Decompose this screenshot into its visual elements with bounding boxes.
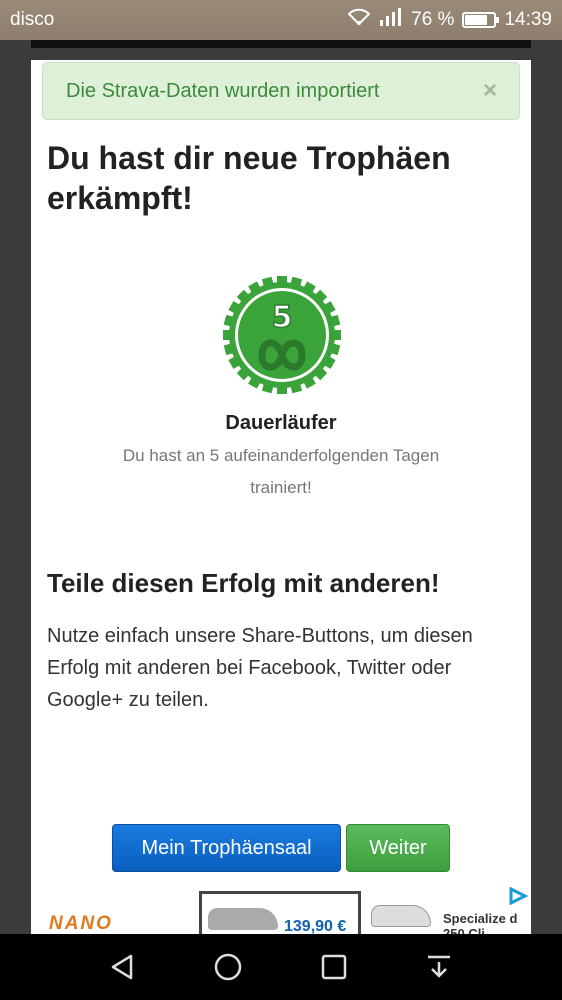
back-icon[interactable] [103, 947, 143, 987]
shoe-icon [208, 908, 278, 930]
navigation-bar [0, 934, 562, 1000]
top-strip [31, 40, 531, 48]
badge-number: 5 [272, 300, 293, 335]
trophy-hall-button[interactable]: Mein Trophäensaal [112, 824, 341, 872]
clock: 14:39 [504, 9, 552, 30]
status-app-name: disco [10, 9, 55, 30]
wifi-icon [347, 8, 371, 32]
trophy-badge: 5 [222, 275, 342, 395]
main-card: Die Strava-Daten wurden importiert × Du … [31, 60, 531, 934]
share-text: Nutze einfach unsere Share-Buttons, um d… [47, 625, 473, 711]
battery-fill [465, 15, 487, 25]
battery-icon [462, 12, 500, 28]
ad-product-1[interactable]: 139,90 € [199, 891, 361, 934]
battery-percent: 76 % [411, 9, 455, 30]
next-button[interactable]: Weiter [346, 824, 450, 872]
notification-pull-icon[interactable] [419, 947, 459, 987]
ad-banner[interactable]: NANO 139,90 € Specialize d 250 Cli [31, 887, 531, 934]
adchoices-icon[interactable] [507, 887, 529, 905]
ad-brand-logo: NANO [49, 913, 113, 934]
close-icon[interactable]: × [483, 77, 497, 105]
success-alert: Die Strava-Daten wurden importiert × [42, 62, 520, 120]
alert-message: Die Strava-Daten wurden importiert [66, 79, 380, 102]
badge-icon: 5 [223, 276, 341, 394]
status-bar: disco 76 % 14:39 [0, 0, 562, 40]
ad-price: 139,90 € [284, 918, 347, 934]
shoe-icon [371, 905, 431, 927]
signal-icon [379, 8, 403, 32]
trophy-description: Du hast an 5 aufeinanderfolgenden Tagen … [122, 446, 440, 497]
recents-icon[interactable] [314, 947, 354, 987]
ad-product-text: Specialize d 250 Cli [443, 911, 518, 934]
share-title: Teile diesen Erfolg mit anderen! [47, 568, 440, 598]
trophy-name: Dauerläufer [225, 412, 337, 434]
home-icon[interactable] [208, 947, 248, 987]
page-title: Du hast dir neue Trophäen erkämpft! [47, 140, 451, 216]
